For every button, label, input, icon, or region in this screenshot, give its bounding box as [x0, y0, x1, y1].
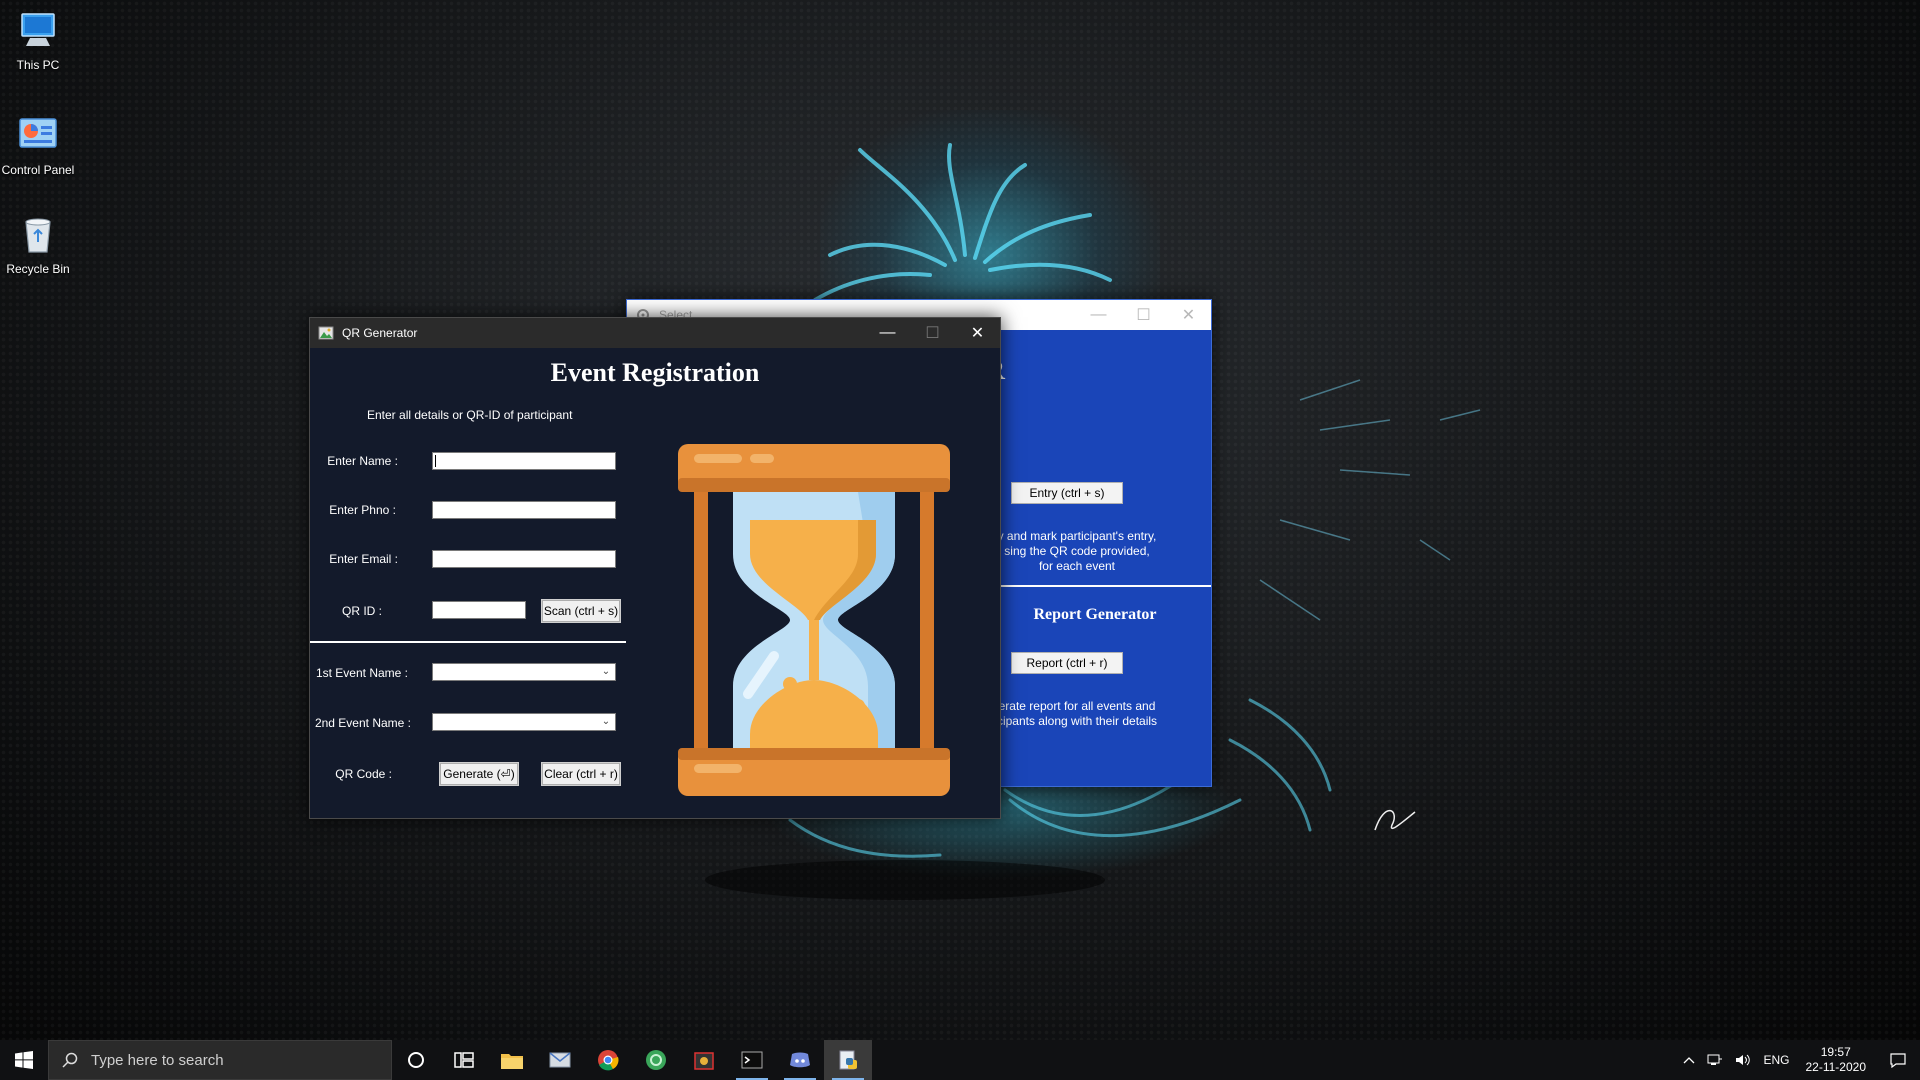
- verification-description: y and mark participant's entry, sing the…: [987, 529, 1167, 574]
- subtitle: Enter all details or QR-ID of participan…: [367, 408, 573, 422]
- chevron-down-icon[interactable]: ⌄: [600, 716, 612, 728]
- python-app-icon[interactable]: [824, 1040, 872, 1080]
- event2-label: 2nd Event Name :: [314, 716, 411, 730]
- desc-line: y and mark participant's entry,: [997, 529, 1157, 543]
- qr-id-input[interactable]: [432, 601, 526, 619]
- minimize-button[interactable]: —: [1076, 300, 1121, 330]
- search-icon: [49, 1052, 91, 1068]
- close-button[interactable]: ✕: [955, 318, 1000, 348]
- phone-label: Enter Phno :: [329, 503, 396, 517]
- clock-time: 19:57: [1820, 1045, 1851, 1059]
- qr-window-titlebar[interactable]: QR Generator — ☐ ✕: [310, 318, 1000, 348]
- desktop-icon-label: Recycle Bin: [6, 262, 70, 276]
- desc-line: erate report for all events and: [998, 699, 1156, 713]
- clear-button[interactable]: Clear (ctrl + r): [541, 762, 621, 786]
- report-description: erate report for all events and cipants …: [987, 699, 1167, 729]
- page-title: Event Registration: [550, 358, 760, 387]
- network-icon[interactable]: [1701, 1053, 1729, 1067]
- cortana-icon[interactable]: [392, 1040, 440, 1080]
- mail-icon[interactable]: [536, 1040, 584, 1080]
- qr-window-body: Event Registration Enter all details or …: [310, 348, 1000, 818]
- system-tray: ENG 19:57 22-11-2020: [1677, 1040, 1920, 1080]
- windows-icon: [15, 1051, 33, 1069]
- email-input[interactable]: [432, 550, 616, 568]
- clock-date: 22-11-2020: [1805, 1060, 1867, 1074]
- chevron-down-icon[interactable]: ⌄: [600, 666, 612, 678]
- phone-input[interactable]: [432, 501, 616, 519]
- maximize-button[interactable]: ☐: [1121, 300, 1166, 330]
- event2-select[interactable]: ⌄: [432, 713, 616, 731]
- qr-generator-window[interactable]: QR Generator — ☐ ✕ Event Registration En…: [309, 317, 1001, 819]
- app-tools-icon[interactable]: [680, 1040, 728, 1080]
- window-title: QR Generator: [342, 326, 418, 340]
- text-cursor: [435, 455, 436, 467]
- desc-line: for each event: [1038, 559, 1116, 573]
- control-panel-icon: [16, 113, 60, 157]
- desc-line: cipants along with their details: [996, 714, 1158, 728]
- file-explorer-icon[interactable]: [488, 1040, 536, 1080]
- notification-icon[interactable]: [1876, 1052, 1920, 1068]
- report-button[interactable]: Report (ctrl + r): [1011, 652, 1123, 674]
- qr-code-label: QR Code :: [335, 767, 392, 781]
- volume-icon[interactable]: [1729, 1053, 1757, 1067]
- taskbar-search[interactable]: Type here to search: [48, 1040, 392, 1080]
- entry-button[interactable]: Entry (ctrl + s): [1011, 482, 1123, 504]
- report-generator-heading: Report Generator: [1033, 606, 1157, 623]
- image-icon: [318, 325, 334, 341]
- form-divider: [310, 641, 626, 643]
- start-button[interactable]: [0, 1040, 48, 1080]
- email-label: Enter Email :: [329, 552, 398, 566]
- chevron-up-icon[interactable]: [1677, 1056, 1701, 1064]
- chrome-icon[interactable]: [584, 1040, 632, 1080]
- desktop-icon-recycle-bin[interactable]: Recycle Bin: [0, 212, 76, 276]
- task-view-icon[interactable]: [440, 1040, 488, 1080]
- name-label: Enter Name :: [327, 454, 398, 468]
- language-indicator[interactable]: ENG: [1757, 1053, 1795, 1067]
- app-green-icon[interactable]: [632, 1040, 680, 1080]
- search-placeholder: Type here to search: [91, 1051, 224, 1069]
- desc-line: sing the QR code provided,: [1004, 544, 1150, 558]
- event1-label: 1st Event Name :: [315, 666, 408, 680]
- desktop-icon-this-pc[interactable]: This PC: [0, 8, 76, 72]
- generate-button[interactable]: Generate (⏎): [439, 762, 519, 786]
- scan-button[interactable]: Scan (ctrl + s): [541, 599, 621, 623]
- close-button[interactable]: ✕: [1166, 300, 1211, 330]
- clock[interactable]: 19:57 22-11-2020: [1796, 1045, 1877, 1075]
- event1-select[interactable]: ⌄: [432, 663, 616, 681]
- discord-icon[interactable]: [776, 1040, 824, 1080]
- desktop-icon-label: This PC: [16, 58, 60, 72]
- taskbar: Type here to search ENG 19:57 22-11-2020: [0, 1040, 1920, 1080]
- desktop-icon-control-panel[interactable]: Control Panel: [0, 113, 76, 177]
- terminal-icon[interactable]: [728, 1040, 776, 1080]
- desktop-icon-label: Control Panel: [1, 163, 75, 177]
- minimize-button[interactable]: —: [865, 318, 910, 348]
- qr-id-label: QR ID :: [341, 604, 382, 618]
- recycle-bin-icon: [16, 212, 60, 256]
- maximize-button[interactable]: ☐: [910, 318, 955, 348]
- computer-icon: [16, 8, 60, 52]
- name-input[interactable]: [432, 452, 616, 470]
- hourglass-image: [678, 444, 950, 796]
